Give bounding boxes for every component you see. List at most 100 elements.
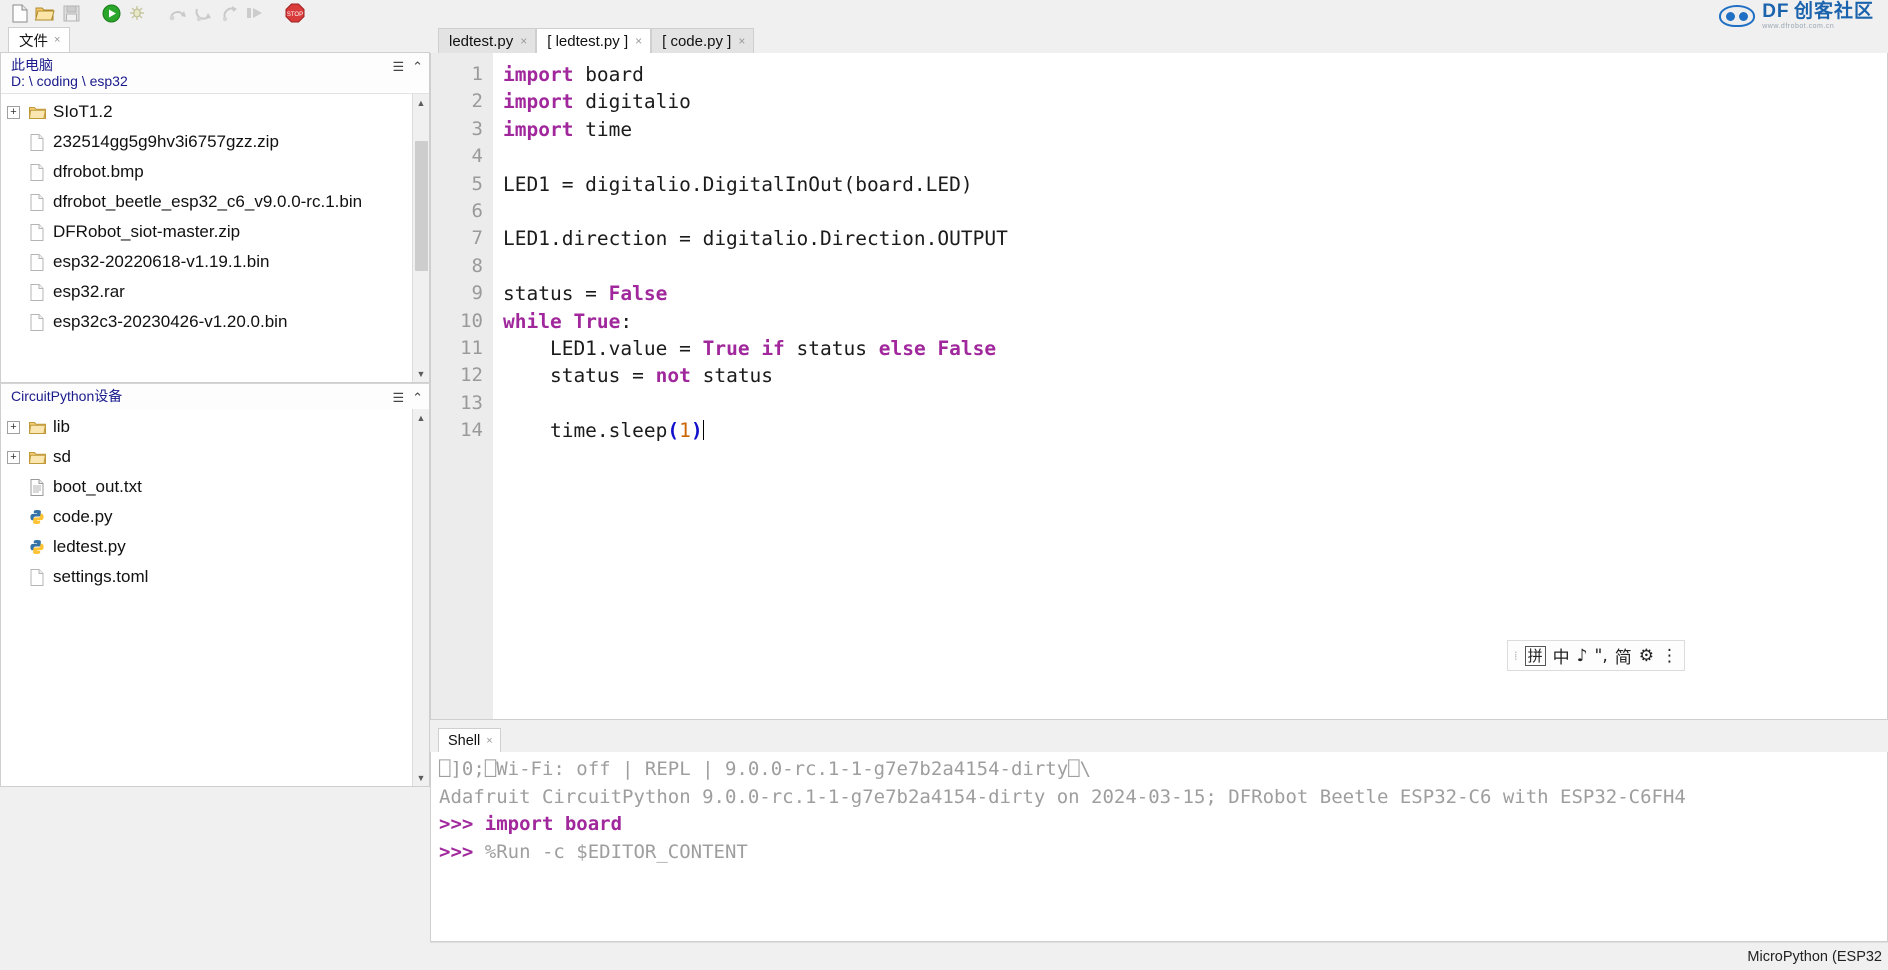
toolbar-separator-2 [150, 1, 164, 25]
tree-row[interactable]: code.py [1, 502, 429, 532]
code-line[interactable]: while True: [503, 308, 1887, 335]
scroll-down-icon[interactable]: ▼ [413, 769, 430, 786]
code-token: False [937, 337, 997, 361]
hamburger-menu-icon[interactable]: ☰ [392, 390, 404, 406]
ime-simplified-toggle[interactable]: 简 [1615, 643, 1632, 668]
close-icon[interactable]: × [486, 735, 492, 747]
scroll-up-icon[interactable]: ▲ [413, 409, 430, 426]
ime-more-icon[interactable]: ⋮ [1661, 646, 1678, 666]
scroll-up-icon[interactable]: ▲ [413, 94, 430, 111]
code-line[interactable]: status = False [503, 280, 1887, 307]
code-line[interactable]: import board [503, 61, 1887, 88]
tree-row[interactable]: esp32.rar [1, 277, 429, 307]
tree-row[interactable]: DFRobot_siot-master.zip [1, 217, 429, 247]
tree-row[interactable]: dfrobot_beetle_esp32_c6_v9.0.0-rc.1.bin [1, 187, 429, 217]
ime-lang-chinese[interactable]: 中 [1553, 643, 1570, 668]
save-file-button[interactable] [58, 1, 84, 25]
code-token: status [784, 337, 879, 361]
chevron-up-icon[interactable]: ⌃ [412, 390, 423, 406]
close-icon[interactable]: × [635, 34, 642, 48]
tab-files[interactable]: 文件 × [8, 27, 71, 52]
editor-tab[interactable]: [ code.py ] × [651, 28, 755, 53]
run-button[interactable] [98, 1, 124, 25]
shell-line: Adafruit CircuitPython 9.0.0-rc.1-1-g7e7… [439, 784, 1887, 812]
editor-tab[interactable]: [ ledtest.py ] × [536, 28, 652, 53]
step-over-button[interactable] [164, 1, 190, 25]
tree-row[interactable]: settings.toml [1, 562, 429, 592]
code-text-area[interactable]: import board import digitalio import time … [493, 53, 1887, 719]
brand-tagline: www.dfrobot.com.cn [1762, 23, 1835, 30]
new-file-button[interactable] [6, 1, 32, 25]
hamburger-menu-icon[interactable]: ☰ [392, 59, 404, 75]
close-icon[interactable]: × [54, 34, 60, 46]
step-into-button[interactable] [190, 1, 216, 25]
ime-sound-icon[interactable]: ♪ [1577, 646, 1588, 666]
folder-icon [27, 420, 47, 435]
code-editor[interactable]: 1 2 3 4 5 6 7 8 9 10 11 12 13 14 import board import d… [430, 53, 1888, 720]
text-cursor [702, 420, 705, 441]
line-number: 9 [471, 282, 483, 305]
device-panel-title[interactable]: CircuitPython设备 [11, 388, 122, 404]
stop-button[interactable]: STOP [282, 1, 308, 25]
code-line[interactable] [503, 253, 1887, 280]
interpreter-label[interactable]: MicroPython (ESP32 [1747, 949, 1882, 965]
code-line[interactable]: LED1.value = True if status else False [503, 335, 1887, 362]
files-path-label[interactable]: D: \ coding \ esp32 [11, 73, 128, 89]
ime-toolbar[interactable]: ⁞ 拼 中 ♪ ", 简 ⚙ ⋮ [1506, 640, 1685, 671]
ime-mode-pinyin[interactable]: 拼 [1524, 645, 1546, 666]
tab-shell[interactable]: Shell × [438, 728, 501, 752]
files-tree[interactable]: + SIoT1.2 232514gg5g9hv3i6757gzz.zip dfrobo… [1, 94, 429, 382]
step-out-button[interactable] [216, 1, 242, 25]
debug-button[interactable] [124, 1, 150, 25]
scroll-down-icon[interactable]: ▼ [413, 365, 430, 382]
tree-row[interactable]: 232514gg5g9hv3i6757gzz.zip [1, 127, 429, 157]
code-token: board [573, 63, 644, 86]
shell-command: %Run -c $EDITOR_CONTENT [484, 840, 748, 863]
code-line[interactable] [503, 390, 1887, 417]
editor-tab-label: ledtest.py [449, 32, 514, 50]
resume-button[interactable] [242, 1, 268, 25]
code-line[interactable] [503, 143, 1887, 170]
device-scrollbar[interactable]: ▲ ▼ [412, 409, 429, 786]
code-line[interactable]: import time [503, 116, 1887, 143]
tab-files-label: 文件 [19, 33, 48, 50]
expand-toggle-icon[interactable]: + [7, 105, 20, 119]
code-line[interactable]: LED1 = digitalio.DigitalInOut(board.LED) [503, 171, 1887, 198]
tree-row[interactable]: esp32c3-20230426-v1.20.0.bin [1, 307, 429, 337]
editor-tab[interactable]: ledtest.py × [438, 28, 537, 53]
tree-row[interactable]: ledtest.py [1, 532, 429, 562]
drag-handle[interactable]: ⁞ [1514, 649, 1518, 663]
code-line[interactable]: status = not status [503, 362, 1887, 389]
ime-punctuation-icon[interactable]: ", [1595, 646, 1608, 666]
left-pane-tabstrip: 文件 × [0, 26, 430, 53]
tree-row[interactable]: + sd [1, 442, 429, 472]
close-icon[interactable]: × [738, 34, 745, 48]
open-file-button[interactable] [32, 1, 58, 25]
expand-toggle-icon[interactable]: + [7, 420, 20, 434]
code-line[interactable]: import digitalio [503, 88, 1887, 115]
chevron-up-icon[interactable]: ⌃ [412, 59, 423, 75]
tree-row[interactable]: + SIoT1.2 [1, 97, 429, 127]
code-token: status = [503, 282, 609, 306]
close-icon[interactable]: × [520, 34, 527, 48]
files-root-label[interactable]: 此电脑 [11, 57, 128, 73]
gear-icon[interactable]: ⚙ [1639, 646, 1654, 666]
scrollbar-thumb[interactable] [414, 141, 428, 272]
tree-row[interactable]: + lib [1, 412, 429, 442]
editor-tabstrip: ledtest.py × [ ledtest.py ] × [ code.py ] × [430, 26, 1888, 53]
expand-toggle-icon[interactable]: + [7, 450, 20, 464]
shell-console[interactable]: ⎕]0;⎕Wi-Fi: off | REPL | 9.0.0-rc.1-1-g7… [430, 752, 1888, 942]
tree-row[interactable]: dfrobot.bmp [1, 157, 429, 187]
code-line[interactable]: LED1.direction = digitalio.Direction.OUT… [503, 225, 1887, 252]
device-tree[interactable]: + lib + sd boot_out.txt code.py ledtest.py sett… [1, 409, 429, 786]
file-icon [27, 253, 47, 271]
code-line[interactable]: time.sleep(1) [503, 417, 1887, 444]
code-line[interactable] [503, 198, 1887, 225]
files-scrollbar[interactable]: ▲ ▼ [412, 94, 429, 382]
tree-row[interactable]: boot_out.txt [1, 472, 429, 502]
tree-row[interactable]: esp32-20220618-v1.19.1.bin [1, 247, 429, 277]
